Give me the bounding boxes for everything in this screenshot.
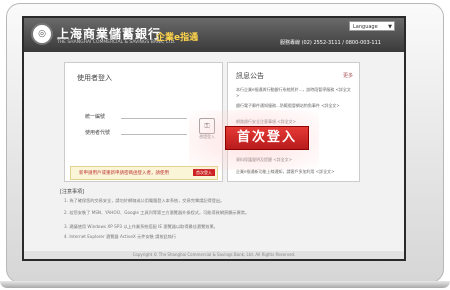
notes-section: [注意事項] 1. 為了確保您的交易安全，請勿於網咖或公用電腦登入本系統，交易完… bbox=[60, 188, 380, 250]
field-label-tax-id: 統一編號 bbox=[85, 114, 106, 120]
site-header: ◎ 上海商業儲蓄銀行 THE SHANGHAI COMMERCIAL & SAV… bbox=[24, 18, 404, 52]
announcement-item[interactable]: 銀行電子郵件通知服務...防範假冒網站釣魚事件 <詳全文> bbox=[236, 103, 354, 109]
announcement-title: 訊息公告 bbox=[236, 72, 264, 80]
service-slogan: 企業e指通 bbox=[156, 33, 199, 43]
note-item: 2. 若您安裝了 MSN、YAHOO、Google 工具列等第三方瀏覽器外掛程式… bbox=[64, 210, 250, 215]
note-item: 1. 為了確保您的交易安全，請勿於網咖或公用電腦登入本系統，交易完畢請記得登出。 bbox=[64, 198, 225, 203]
user-id-input[interactable] bbox=[121, 127, 187, 135]
notice-first-login-button[interactable]: 首次登入 bbox=[193, 169, 215, 176]
announcement-more-link[interactable]: 更多 bbox=[343, 72, 353, 79]
chevron-down-icon: ▼ bbox=[388, 24, 392, 30]
note-item[interactable]: 4. Internet Explorer 瀏覽器 ActiveX 元件安裝 請按… bbox=[64, 234, 382, 239]
notes-title: [注意事項] bbox=[60, 189, 84, 195]
note-item: 3. 建議使用 Windows XP SP3 以上作業系統搭配 IE 瀏覽器以取… bbox=[64, 224, 218, 229]
field-label-user-id: 使用者代號 bbox=[85, 130, 111, 136]
footer-copyright: Copyright © The Shanghai Commercial & Sa… bbox=[24, 251, 404, 259]
browser-screen: ◎ 上海商業儲蓄銀行 THE SHANGHAI COMMERCIAL & SAV… bbox=[24, 18, 404, 259]
laptop-base bbox=[0, 281, 450, 288]
announcement-item[interactable]: 本行企業e指通與行動銀行系統將於...，該時段暫停服務 <詳全文> bbox=[236, 87, 354, 99]
first-login-button[interactable]: 首次登入 bbox=[225, 126, 309, 150]
language-select[interactable]: Language ▼ bbox=[349, 21, 395, 31]
tax-id-input[interactable] bbox=[121, 111, 187, 119]
bank-logo-icon: ◎ bbox=[31, 23, 53, 45]
notice-text: 新申請用戶或重新申請密碼函登入者，請使用 bbox=[79, 171, 169, 176]
language-label: Language bbox=[353, 24, 378, 30]
service-hotline: 服務專線 (02) 2552-3111 / 0800-003-111 bbox=[280, 40, 381, 46]
login-title: 使用者登入 bbox=[77, 74, 112, 82]
